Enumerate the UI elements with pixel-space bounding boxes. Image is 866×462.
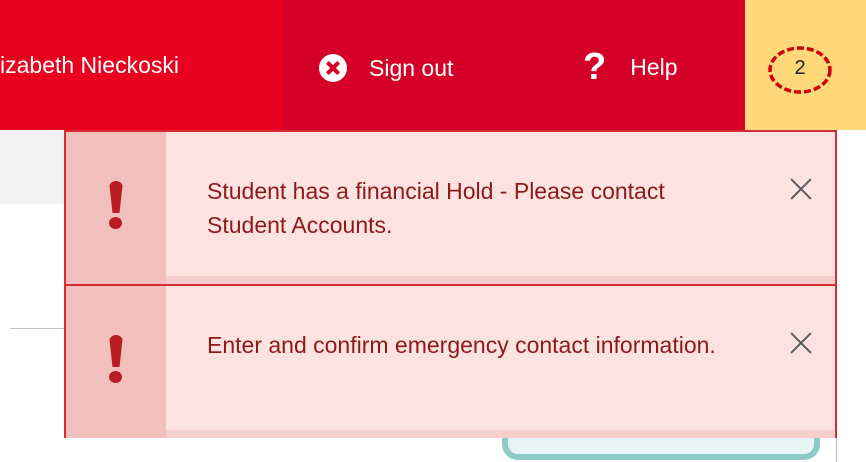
close-icon[interactable] bbox=[786, 174, 816, 204]
alert-message: Enter and confirm emergency contact info… bbox=[207, 332, 716, 358]
sign-out-button[interactable]: Sign out bbox=[319, 48, 453, 88]
exclamation-icon bbox=[104, 335, 128, 383]
signout-help-section: Sign out ? Help bbox=[283, 0, 745, 130]
alert-item: Student has a financial Hold - Please co… bbox=[66, 132, 835, 284]
user-name[interactable]: izabeth Nieckoski bbox=[0, 52, 179, 79]
help-label: Help bbox=[630, 53, 678, 80]
page-header-band bbox=[0, 130, 70, 204]
alerts-dropdown: Student has a financial Hold - Please co… bbox=[64, 130, 837, 438]
sign-out-label: Sign out bbox=[369, 54, 454, 81]
close-icon[interactable] bbox=[786, 328, 816, 358]
exclamation-icon bbox=[104, 181, 128, 229]
user-menu[interactable]: izabeth Nieckoski bbox=[0, 0, 283, 130]
alert-message: Student has a financial Hold - Please co… bbox=[207, 178, 665, 238]
alert-icon-column bbox=[66, 286, 166, 438]
question-mark-icon: ? bbox=[583, 46, 607, 88]
x-circle-icon bbox=[319, 54, 347, 82]
top-bar: izabeth Nieckoski Sign out ? Help 2 bbox=[0, 0, 866, 130]
alert-item: Enter and confirm emergency contact info… bbox=[66, 286, 835, 438]
notification-badge: 2 bbox=[767, 44, 833, 96]
alert-bottom-shade bbox=[166, 276, 835, 284]
notifications-button[interactable]: 2 bbox=[745, 0, 866, 130]
divider bbox=[836, 438, 837, 462]
alert-icon-column bbox=[66, 132, 166, 284]
alert-bottom-shade bbox=[166, 430, 835, 438]
page: izabeth Nieckoski Sign out ? Help 2 Stud… bbox=[0, 0, 866, 462]
divider bbox=[10, 328, 70, 329]
help-button[interactable]: ? Help bbox=[583, 44, 678, 90]
notification-count: 2 bbox=[794, 57, 806, 79]
